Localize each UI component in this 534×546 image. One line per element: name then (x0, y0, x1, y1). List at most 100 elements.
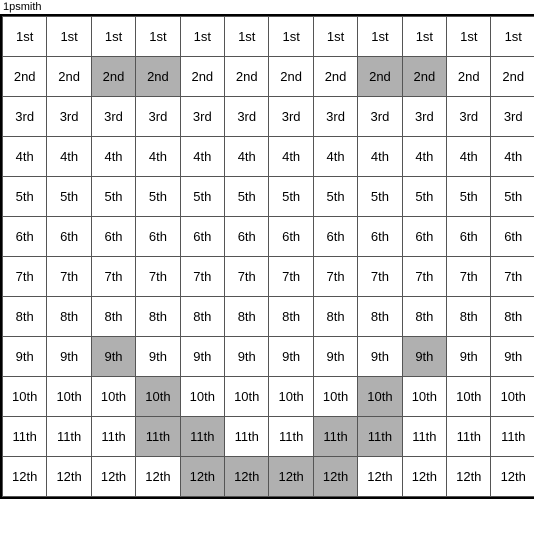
grid-cell: 10th (313, 377, 357, 417)
table-row: 12th12th12th12th12th12th12th12th12th12th… (3, 457, 534, 497)
grid-cell: 12th (491, 457, 534, 497)
title-bar: 1psmith (0, 0, 534, 14)
grid-cell: 3rd (402, 97, 446, 137)
grid-cell: 9th (91, 337, 135, 377)
grid-cell: 11th (91, 417, 135, 457)
grid-cell: 3rd (136, 97, 180, 137)
grid-cell: 9th (136, 337, 180, 377)
grid-cell: 4th (47, 137, 91, 177)
grid-cell: 9th (225, 337, 269, 377)
grid-cell: 8th (269, 297, 313, 337)
grid-cell: 3rd (269, 97, 313, 137)
grid-cell: 12th (447, 457, 491, 497)
grid-cell: 3rd (180, 97, 224, 137)
grid-cell: 10th (47, 377, 91, 417)
grid-cell: 12th (225, 457, 269, 497)
grid-cell: 1st (47, 17, 91, 57)
grid-cell: 4th (180, 137, 224, 177)
grid-cell: 7th (136, 257, 180, 297)
grid-cell: 5th (91, 177, 135, 217)
grid-cell: 5th (3, 177, 47, 217)
grid-cell: 10th (3, 377, 47, 417)
grid-cell: 6th (91, 217, 135, 257)
grid-cell: 3rd (47, 97, 91, 137)
grid-cell: 1st (136, 17, 180, 57)
grid-cell: 8th (136, 297, 180, 337)
table-row: 7th7th7th7th7th7th7th7th7th7th7th7th (3, 257, 534, 297)
grid-cell: 8th (402, 297, 446, 337)
table-row: 6th6th6th6th6th6th6th6th6th6th6th6th (3, 217, 534, 257)
grid-cell: 1st (180, 17, 224, 57)
grid-cell: 10th (180, 377, 224, 417)
table-row: 3rd3rd3rd3rd3rd3rd3rd3rd3rd3rd3rd3rd (3, 97, 534, 137)
grid-cell: 7th (269, 257, 313, 297)
grid-cell: 10th (225, 377, 269, 417)
grid-table: 1st1st1st1st1st1st1st1st1st1st1st1st2nd2… (2, 16, 534, 497)
grid-cell: 5th (225, 177, 269, 217)
table-row: 5th5th5th5th5th5th5th5th5th5th5th5th (3, 177, 534, 217)
table-row: 9th9th9th9th9th9th9th9th9th9th9th9th (3, 337, 534, 377)
grid-cell: 2nd (91, 57, 135, 97)
grid-cell: 9th (402, 337, 446, 377)
grid-cell: 8th (180, 297, 224, 337)
grid-cell: 11th (313, 417, 357, 457)
table-row: 8th8th8th8th8th8th8th8th8th8th8th8th (3, 297, 534, 337)
grid-cell: 2nd (47, 57, 91, 97)
grid-cell: 5th (136, 177, 180, 217)
grid-cell: 1st (358, 17, 402, 57)
grid-cell: 12th (91, 457, 135, 497)
grid-cell: 3rd (447, 97, 491, 137)
grid-cell: 1st (225, 17, 269, 57)
grid-cell: 2nd (313, 57, 357, 97)
grid-cell: 8th (313, 297, 357, 337)
grid-cell: 6th (358, 217, 402, 257)
grid-cell: 11th (358, 417, 402, 457)
table-row: 4th4th4th4th4th4th4th4th4th4th4th4th (3, 137, 534, 177)
grid-cell: 1st (91, 17, 135, 57)
grid-cell: 7th (180, 257, 224, 297)
grid-cell: 10th (491, 377, 534, 417)
grid-cell: 2nd (358, 57, 402, 97)
grid-cell: 1st (269, 17, 313, 57)
grid-cell: 5th (402, 177, 446, 217)
grid-cell: 4th (491, 137, 534, 177)
grid-cell: 3rd (313, 97, 357, 137)
table-row: 1st1st1st1st1st1st1st1st1st1st1st1st (3, 17, 534, 57)
grid-cell: 11th (225, 417, 269, 457)
grid-cell: 8th (47, 297, 91, 337)
grid-cell: 6th (225, 217, 269, 257)
grid-cell: 3rd (91, 97, 135, 137)
grid-cell: 11th (3, 417, 47, 457)
grid-cell: 8th (358, 297, 402, 337)
grid-cell: 11th (47, 417, 91, 457)
grid-cell: 7th (358, 257, 402, 297)
grid-cell: 2nd (402, 57, 446, 97)
grid-cell: 2nd (491, 57, 534, 97)
grid-cell: 5th (269, 177, 313, 217)
grid-cell: 7th (3, 257, 47, 297)
grid-cell: 7th (313, 257, 357, 297)
grid-cell: 9th (180, 337, 224, 377)
grid-cell: 11th (447, 417, 491, 457)
grid-cell: 1st (447, 17, 491, 57)
grid-cell: 6th (313, 217, 357, 257)
grid-container: 1st1st1st1st1st1st1st1st1st1st1st1st2nd2… (0, 14, 534, 499)
grid-cell: 4th (402, 137, 446, 177)
grid-cell: 9th (47, 337, 91, 377)
grid-cell: 10th (402, 377, 446, 417)
grid-cell: 10th (269, 377, 313, 417)
grid-cell: 3rd (358, 97, 402, 137)
grid-cell: 8th (91, 297, 135, 337)
grid-cell: 7th (491, 257, 534, 297)
grid-cell: 6th (47, 217, 91, 257)
grid-cell: 4th (313, 137, 357, 177)
grid-cell: 9th (358, 337, 402, 377)
grid-cell: 1st (402, 17, 446, 57)
grid-cell: 12th (180, 457, 224, 497)
grid-cell: 12th (47, 457, 91, 497)
grid-cell: 3rd (491, 97, 534, 137)
grid-cell: 12th (358, 457, 402, 497)
grid-cell: 6th (269, 217, 313, 257)
grid-cell: 5th (313, 177, 357, 217)
grid-cell: 12th (269, 457, 313, 497)
